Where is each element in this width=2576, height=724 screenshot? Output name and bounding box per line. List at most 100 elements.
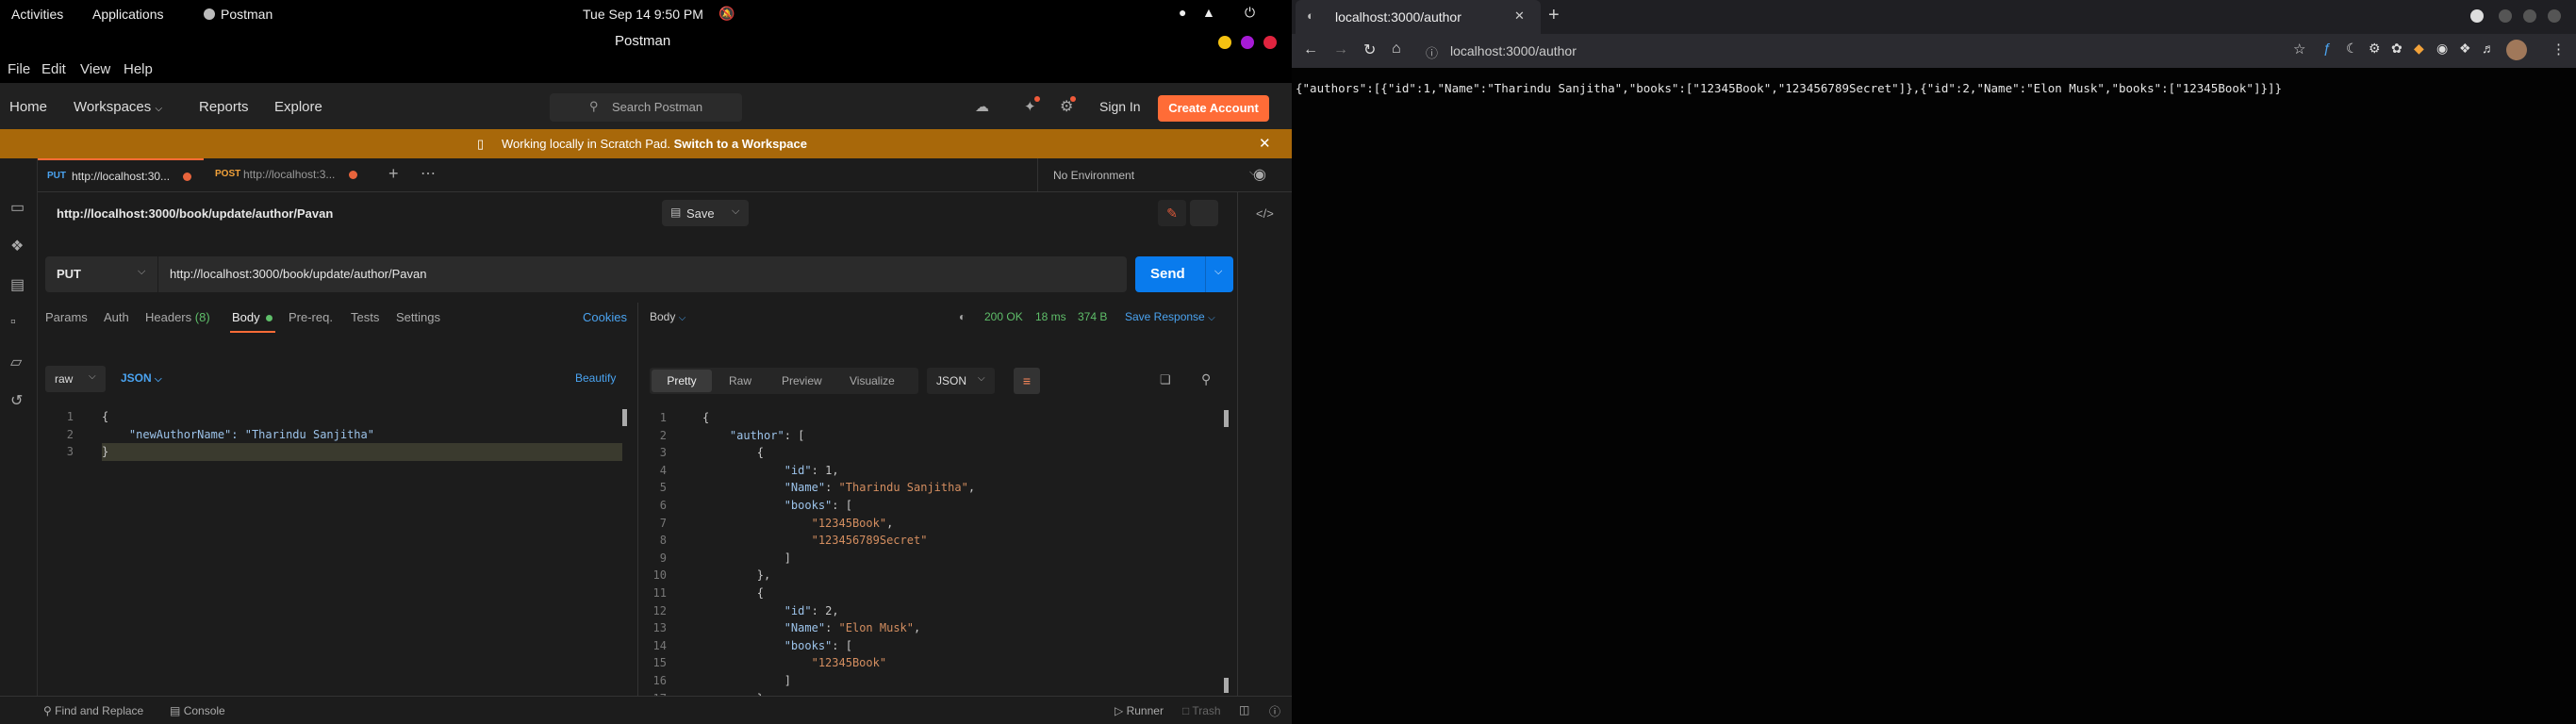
response-time[interactable]: 18 ms bbox=[1035, 310, 1066, 323]
search-input[interactable]: ⚲ Search Postman bbox=[550, 93, 742, 122]
globe-icon[interactable]: ◐ bbox=[959, 310, 966, 323]
environments-icon[interactable]: ▤ bbox=[10, 275, 27, 293]
editor-scrollbar[interactable] bbox=[622, 409, 627, 426]
subtab-prerequest[interactable]: Pre-req. bbox=[289, 310, 333, 324]
apis-icon[interactable]: ❖ bbox=[10, 237, 27, 255]
help-icon[interactable]: ⓘ bbox=[1269, 703, 1280, 719]
response-format-select[interactable]: JSON ⌵ bbox=[927, 368, 995, 394]
close-window-button[interactable] bbox=[1263, 36, 1277, 49]
response-status[interactable]: 200 OK bbox=[984, 310, 1023, 323]
sync-cloud-icon[interactable]: ☁ bbox=[975, 98, 989, 115]
nav-reports[interactable]: Reports bbox=[199, 99, 249, 115]
subtab-headers[interactable]: Headers (8) bbox=[145, 310, 210, 324]
view-tab-preview[interactable]: Preview bbox=[782, 374, 822, 387]
environment-selector[interactable]: No Environment ⌵ bbox=[1037, 158, 1269, 192]
response-body-select[interactable]: Body ⌵ bbox=[650, 310, 685, 323]
response-size[interactable]: 374 B bbox=[1078, 310, 1107, 323]
maximize-button[interactable] bbox=[1241, 36, 1254, 49]
mock-servers-icon[interactable]: ▫ bbox=[10, 314, 27, 331]
response-scrollbar-bottom[interactable] bbox=[1224, 678, 1229, 693]
code-icon[interactable]: </> bbox=[1256, 206, 1274, 221]
active-app[interactable]: Postman bbox=[204, 7, 272, 22]
search-icon[interactable]: ⚲ bbox=[1201, 371, 1211, 387]
switch-workspace-link[interactable]: Switch to a Workspace bbox=[674, 137, 807, 151]
applications-menu[interactable]: Applications bbox=[92, 7, 164, 22]
comment-icon[interactable] bbox=[1190, 200, 1218, 226]
send-button[interactable]: Send ⌵ bbox=[1135, 256, 1233, 292]
more-tabs-icon[interactable]: ⋯ bbox=[421, 164, 436, 183]
media-controls-icon[interactable]: ♬ bbox=[2482, 41, 2495, 56]
browser-tab[interactable]: ◐ localhost:3000/author ✕ bbox=[1296, 0, 1541, 34]
history-icon[interactable]: ↺ bbox=[10, 391, 27, 409]
extension-color-icon[interactable]: ◆ bbox=[2414, 41, 2424, 57]
subtab-params[interactable]: Params bbox=[45, 310, 88, 324]
nav-home[interactable]: Home bbox=[9, 99, 47, 115]
beautify-button[interactable]: Beautify bbox=[575, 371, 616, 385]
close-window-icon[interactable] bbox=[2548, 9, 2561, 23]
layout-icon[interactable]: ◫ bbox=[1239, 703, 1249, 716]
maximize-window-icon[interactable] bbox=[2523, 9, 2536, 23]
trash-button[interactable]: □ Trash bbox=[1182, 704, 1221, 717]
view-tab-visualize[interactable]: Visualize bbox=[850, 374, 895, 387]
minimize-window-icon[interactable] bbox=[2499, 9, 2512, 23]
sign-in-button[interactable]: Sign In bbox=[1099, 99, 1141, 114]
menu-help[interactable]: Help bbox=[124, 61, 153, 77]
response-code[interactable]: { "author": [ { "id": 1, "Name": "Tharin… bbox=[702, 409, 975, 724]
chevron-down-icon[interactable]: ⌵ bbox=[1214, 266, 1222, 278]
menu-edit[interactable]: Edit bbox=[41, 61, 66, 77]
create-account-button[interactable]: Create Account bbox=[1158, 95, 1269, 122]
menu-file[interactable]: File bbox=[8, 61, 30, 77]
save-response-button[interactable]: Save Response ⌵ bbox=[1125, 310, 1215, 323]
copy-icon[interactable]: ❏ bbox=[1160, 372, 1171, 387]
runner-button[interactable]: ▷ Runner bbox=[1115, 704, 1164, 717]
reload-icon[interactable]: ↻ bbox=[1363, 41, 1376, 59]
url-input[interactable]: http://localhost:3000/book/update/author… bbox=[170, 267, 426, 281]
edit-pencil-icon[interactable]: ✎ bbox=[1158, 200, 1186, 226]
collections-icon[interactable]: ▭ bbox=[10, 198, 27, 216]
extension-moon-icon[interactable]: ☾ bbox=[2346, 41, 2358, 57]
view-tab-raw[interactable]: Raw bbox=[729, 374, 751, 387]
power-icon[interactable]: ⏻ bbox=[1245, 5, 1255, 21]
clock[interactable]: Tue Sep 14 9:50 PM bbox=[583, 7, 703, 22]
back-arrow-icon[interactable]: ← bbox=[1303, 41, 1318, 58]
monitors-icon[interactable]: ▱ bbox=[10, 353, 27, 370]
wrap-lines-icon[interactable]: ≡ bbox=[1014, 368, 1040, 394]
nav-explore[interactable]: Explore bbox=[274, 99, 322, 115]
request-body-editor[interactable]: 123 { "newAuthorName": "Tharindu Sanjith… bbox=[45, 403, 630, 696]
method-select[interactable]: PUT ⌵ bbox=[45, 256, 158, 292]
home-icon[interactable]: ⌂ bbox=[1392, 41, 1401, 58]
find-replace-button[interactable]: ⚲ Find and Replace bbox=[43, 704, 143, 717]
minimize-button[interactable] bbox=[1218, 36, 1231, 49]
tab-put-request[interactable]: PUT http://localhost:30... bbox=[38, 158, 204, 192]
accessibility-icon[interactable]: ● bbox=[1179, 5, 1186, 20]
response-scrollbar[interactable] bbox=[1224, 410, 1229, 427]
save-button[interactable]: ▤ Save ⌵ bbox=[662, 200, 749, 226]
profile-avatar[interactable] bbox=[2506, 40, 2527, 60]
close-tab-icon[interactable]: ✕ bbox=[1514, 8, 1525, 24]
subtab-settings[interactable]: Settings bbox=[396, 310, 440, 324]
extensions-puzzle-icon[interactable]: ❖ bbox=[2459, 41, 2471, 57]
nav-workspaces[interactable]: Workspaces ⌵ bbox=[74, 99, 162, 115]
extension-gear-icon[interactable]: ⚙ bbox=[2369, 41, 2381, 57]
tab-post-request[interactable]: POST http://localhost:3... bbox=[206, 158, 372, 192]
body-format-select[interactable]: JSON ⌵ bbox=[121, 371, 162, 385]
close-banner-icon[interactable]: ✕ bbox=[1259, 135, 1271, 152]
console-button[interactable]: ▤ Console bbox=[170, 704, 225, 717]
subtab-body[interactable]: Body bbox=[230, 303, 275, 333]
menu-view[interactable]: View bbox=[80, 61, 110, 77]
editor-code[interactable]: { "newAuthorName": "Tharindu Sanjitha" } bbox=[102, 408, 622, 461]
extension-flower-icon[interactable]: ✿ bbox=[2391, 41, 2403, 57]
network-icon[interactable]: ▲ bbox=[1202, 5, 1215, 20]
new-tab-plus-icon[interactable]: + bbox=[388, 164, 399, 184]
bookmark-star-icon[interactable]: ☆ bbox=[2293, 41, 2305, 58]
extension-f-icon[interactable]: ƒ bbox=[2323, 41, 2331, 57]
eye-icon[interactable]: ◉ bbox=[1253, 165, 1266, 184]
request-title[interactable]: http://localhost:3000/book/update/author… bbox=[57, 206, 333, 221]
body-mode-select[interactable]: raw ⌵ bbox=[45, 366, 106, 392]
kebab-menu-icon[interactable]: ⋮ bbox=[2551, 41, 2566, 58]
subtab-auth[interactable]: Auth bbox=[104, 310, 129, 324]
extension-car-icon[interactable]: ◉ bbox=[2436, 41, 2448, 57]
view-tab-pretty[interactable]: Pretty bbox=[652, 370, 712, 392]
subtab-tests[interactable]: Tests bbox=[351, 310, 379, 324]
new-tab-plus-icon[interactable]: + bbox=[1548, 5, 1560, 26]
